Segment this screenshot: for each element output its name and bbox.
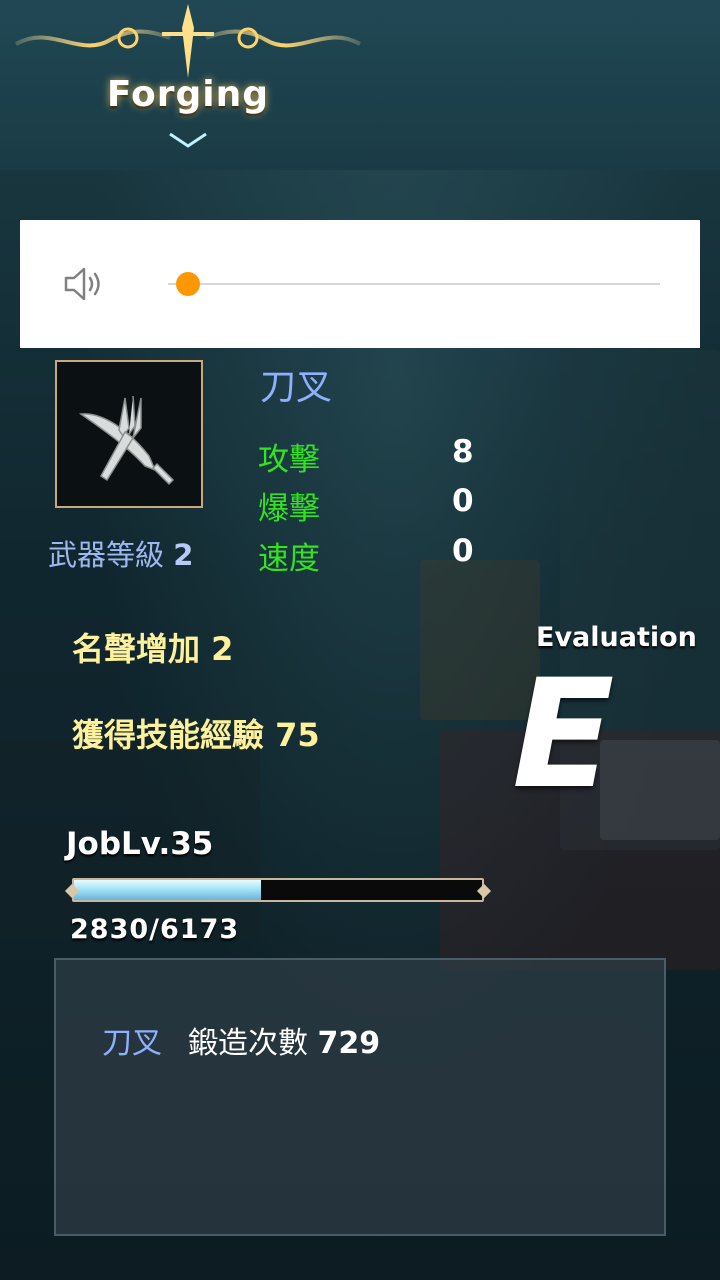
stat-value-attack: 8 xyxy=(452,434,474,470)
stat-value-speed: 0 xyxy=(452,533,474,569)
fame-value: 2 xyxy=(211,630,234,668)
forge-info-box: 刀叉 鍛造次數 729 xyxy=(54,958,666,1236)
skill-exp-value: 75 xyxy=(275,716,320,754)
evaluation-grade: E xyxy=(512,648,615,822)
volume-slider[interactable] xyxy=(168,272,660,296)
volume-panel xyxy=(20,220,700,348)
info-item-name: 刀叉 xyxy=(102,1026,162,1061)
weapon-level: 武器等級 2 xyxy=(48,532,193,574)
header: Forging xyxy=(0,0,720,170)
weapon-name: 刀叉 xyxy=(260,367,333,408)
info-count-value: 729 xyxy=(317,1026,381,1061)
info-count-label: 鍛造次數 xyxy=(188,1026,308,1061)
page-title: Forging xyxy=(106,74,270,115)
stat-label-crit: 爆擊 xyxy=(258,491,320,527)
job-exp-bar xyxy=(64,878,492,902)
fame-gain: 名聲增加 2 xyxy=(72,624,233,670)
weapon-level-value: 2 xyxy=(173,538,194,572)
stat-value-crit: 0 xyxy=(452,483,474,519)
stat-label-attack: 攻擊 xyxy=(258,442,320,478)
title-banner: Forging xyxy=(10,0,366,160)
weapon-level-label: 武器等級 xyxy=(48,538,165,572)
knife-fork-icon xyxy=(78,395,175,486)
fame-label: 名聲增加 xyxy=(72,630,201,668)
stat-label-speed: 速度 xyxy=(258,541,320,577)
speaker-icon[interactable] xyxy=(62,264,106,304)
weapon-icon-frame[interactable] xyxy=(55,360,203,508)
volume-slider-thumb[interactable] xyxy=(176,272,200,296)
skill-exp-label: 獲得技能經驗 xyxy=(72,716,265,754)
job-level: JobLv.35 xyxy=(66,826,214,862)
job-exp-bar-fill xyxy=(74,880,262,900)
info-forge-count: 鍛造次數 729 xyxy=(188,1018,380,1062)
skill-exp-gain: 獲得技能經驗 75 xyxy=(72,710,320,756)
job-exp-text: 2830/6173 xyxy=(70,914,240,945)
